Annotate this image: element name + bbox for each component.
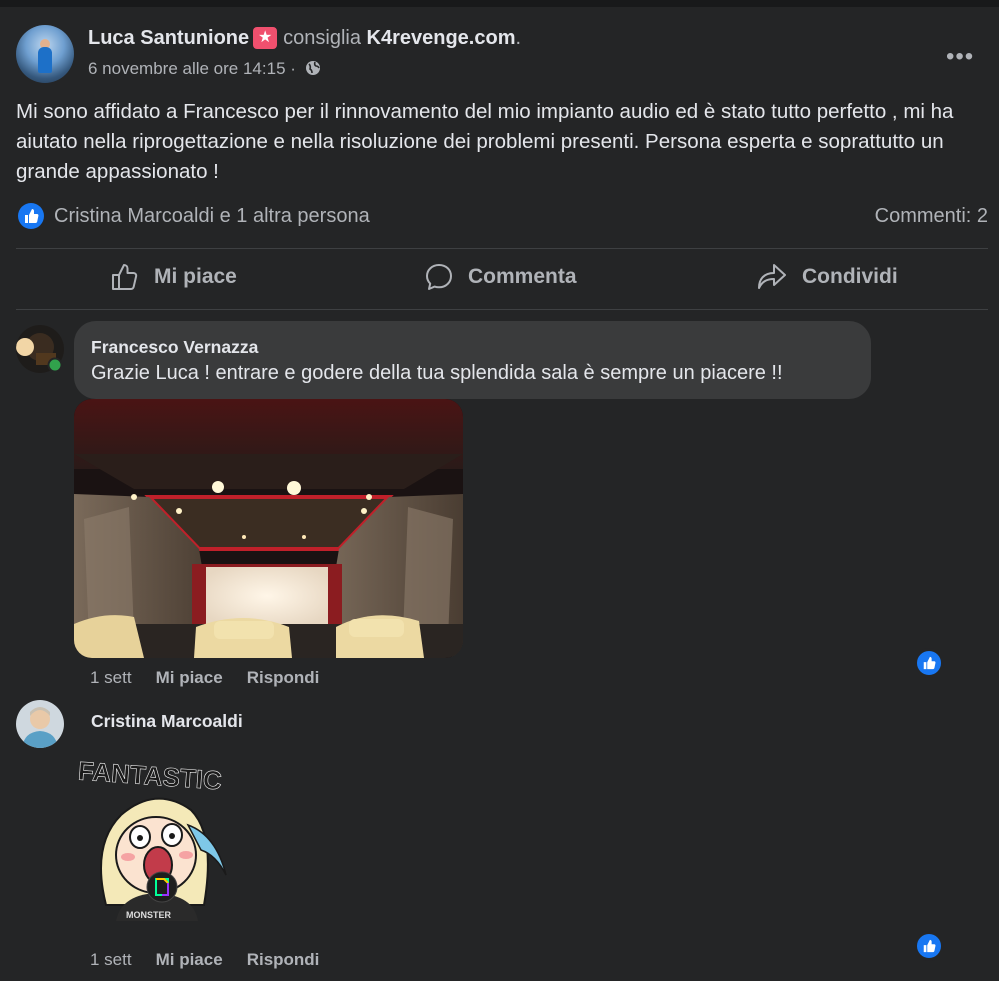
post-header: Luca Santunione ★ consiglia K4revenge.com.	[88, 27, 521, 50]
online-status-icon	[47, 357, 63, 373]
page-link[interactable]: K4revenge.com	[367, 27, 516, 49]
like-label: Mi piace	[154, 265, 237, 288]
thumbs-up-icon	[112, 264, 138, 290]
page-suffix: .	[515, 27, 522, 49]
like-reaction-icon	[18, 203, 44, 229]
comment-photo[interactable]	[74, 399, 463, 658]
post-meta: 6 novembre alle ore 14:15 ·	[88, 59, 321, 79]
comment-author[interactable]: Cristina Marcoaldi	[91, 711, 243, 732]
sticker-caption: FANTASTIC	[77, 756, 223, 796]
comment-actions: 1 sett Mi piace Rispondi	[90, 668, 319, 688]
sticker-shirt-text: MONSTER	[126, 910, 172, 920]
comment-like-button[interactable]: Mi piace	[156, 668, 223, 687]
comment-bubble	[74, 321, 871, 399]
comment-author[interactable]: Francesco Vernazza	[91, 337, 258, 358]
divider	[16, 309, 988, 310]
globe-icon	[305, 61, 320, 75]
divider	[16, 248, 988, 249]
comment-label: Commenta	[468, 265, 577, 288]
author-name[interactable]: Luca Santunione	[88, 27, 249, 49]
comment-icon	[426, 264, 452, 290]
star-badge-icon: ★	[253, 27, 278, 49]
top-strip	[0, 0, 999, 7]
share-label: Condividi	[802, 265, 898, 288]
comment-actions: 1 sett Mi piace Rispondi	[90, 950, 319, 970]
like-button[interactable]: Mi piace	[110, 262, 237, 292]
post-card: Luca Santunione ★ consiglia K4revenge.com.…	[0, 7, 999, 981]
share-button[interactable]: Condividi	[756, 262, 898, 292]
fantastic-sticker[interactable]: FANTASTIC MONSTER	[76, 755, 240, 921]
commenter-avatar[interactable]	[16, 700, 64, 748]
post-body: Mi sono affidato a Francesco per il rinn…	[16, 100, 954, 183]
comment-text: Grazie Luca ! entrare e godere della tua…	[91, 362, 783, 384]
comment-reply-button[interactable]: Rispondi	[247, 950, 320, 969]
comment-button[interactable]: Commenta	[424, 262, 577, 292]
comment-time[interactable]: 1 sett	[90, 950, 132, 969]
like-reaction-icon[interactable]	[914, 931, 944, 961]
reactions-text: Cristina Marcoaldi e 1 altra persona	[54, 204, 370, 227]
comment-like-button[interactable]: Mi piace	[156, 950, 223, 969]
comments-count[interactable]: Commenti: 2	[875, 205, 988, 228]
comment-reply-button[interactable]: Rispondi	[247, 668, 320, 687]
comment-time[interactable]: 1 sett	[90, 668, 132, 687]
more-options-button[interactable]: •••	[946, 43, 974, 71]
reactions-summary[interactable]: Cristina Marcoaldi e 1 altra persona	[18, 203, 370, 229]
post-timestamp[interactable]: 6 novembre alle ore 14:15	[88, 59, 286, 78]
share-icon	[758, 264, 786, 289]
author-avatar[interactable]	[16, 25, 74, 83]
like-reaction-icon[interactable]	[914, 648, 944, 678]
recommends-text: consiglia	[283, 27, 361, 49]
meta-separator: ·	[290, 59, 296, 78]
